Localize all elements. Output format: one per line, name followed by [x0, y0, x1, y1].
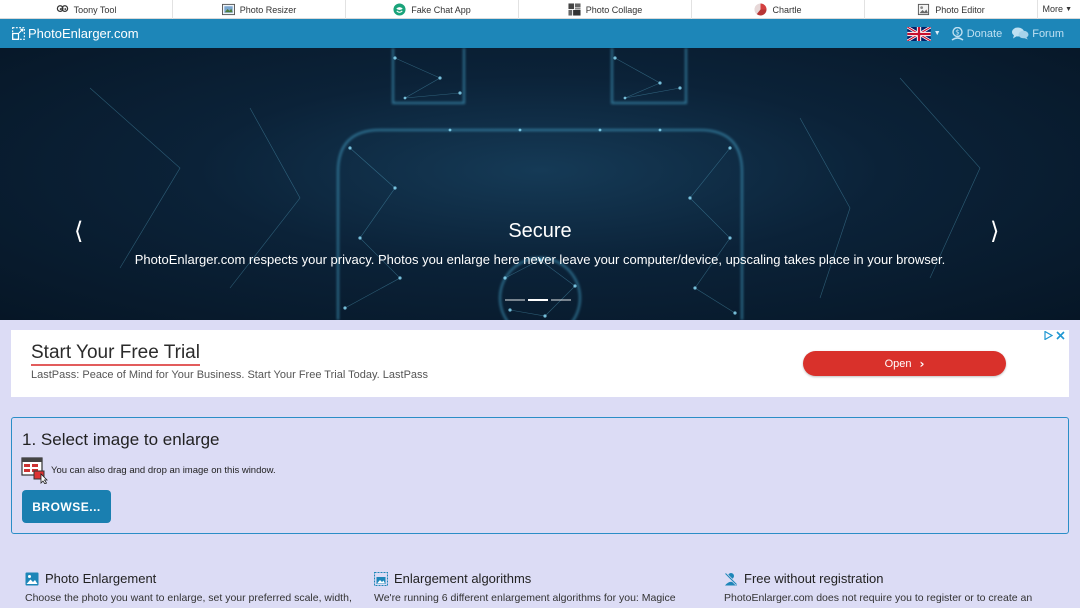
tool-label: Photo Editor	[935, 4, 985, 15]
tool-label: Toony Tool	[73, 4, 117, 15]
chat-bubbles-icon	[1012, 27, 1029, 40]
uk-flag-icon	[906, 26, 931, 41]
main-navbar: PhotoEnlarger.com ▼ $ Donate Forum	[0, 19, 1080, 48]
brand-name: PhotoEnlarger.com	[28, 26, 139, 41]
hero-carousel: ⟨ ⟩ Secure PhotoEnlarger.com respects yo…	[0, 48, 1080, 320]
ad-banner[interactable]: Start Your Free Trial LastPass: Peace of…	[11, 330, 1069, 397]
carousel-indicators	[505, 299, 571, 301]
collage-icon	[568, 3, 581, 16]
slide-caption: PhotoEnlarger.com respects your privacy.…	[134, 252, 946, 267]
feature-title: Enlargement algorithms	[394, 571, 532, 586]
ad-text: LastPass: Peace of Mind for Your Busines…	[31, 369, 429, 381]
feature-enlargement-algorithms: Enlargement algorithms We're running 6 d…	[374, 571, 714, 604]
more-menu[interactable]: More ▼	[1038, 0, 1080, 18]
user-slash-icon	[724, 572, 738, 585]
forum-link[interactable]: Forum	[1012, 27, 1064, 40]
tools-bar: Toony Tool Photo Resizer Fake Chat App P…	[0, 0, 1080, 19]
chevron-down-icon: ▼	[1065, 5, 1072, 13]
feature-title: Free without registration	[744, 571, 884, 586]
image-icon	[25, 572, 39, 585]
enlarge-logo-icon	[12, 27, 25, 40]
donate-icon: $	[951, 26, 964, 41]
section-heading: 1. Select image to enlarge	[22, 430, 220, 449]
carousel-indicator[interactable]	[551, 299, 571, 301]
tool-label: Photo Resizer	[239, 4, 297, 15]
donate-link[interactable]: $ Donate	[951, 26, 1003, 41]
select-image-panel: 1. Select image to enlarge You can also …	[11, 417, 1069, 534]
language-selector[interactable]: ▼	[906, 26, 941, 41]
tool-link-photo-collage[interactable]: Photo Collage	[519, 0, 692, 19]
algorithm-image-icon	[374, 571, 388, 586]
toony-icon	[56, 5, 68, 12]
drag-drop-hint: You can also drag and drop an image on t…	[21, 456, 276, 484]
brand-link[interactable]: PhotoEnlarger.com	[12, 26, 139, 41]
browse-button[interactable]: BROWSE...	[22, 490, 111, 523]
tool-link-photo-resizer[interactable]: Photo Resizer	[173, 0, 346, 19]
svg-text:$: $	[955, 28, 959, 36]
tool-link-toony[interactable]: Toony Tool	[0, 0, 173, 19]
ad-title[interactable]: Start Your Free Trial	[31, 342, 200, 366]
tool-label: Photo Collage	[585, 4, 643, 15]
feature-free-without-registration: Free without registration PhotoEnlarger.…	[724, 571, 1064, 604]
tool-link-fake-chat[interactable]: Fake Chat App	[346, 0, 519, 19]
ad-open-label: Open	[884, 357, 912, 370]
feature-photo-enlargement: Photo Enlargement Choose the photo you w…	[25, 571, 365, 604]
carousel-indicator[interactable]	[505, 299, 525, 301]
chartle-icon	[754, 3, 768, 16]
feature-text: Choose the photo you want to enlarge, se…	[25, 592, 352, 604]
feature-text: We're running 6 different enlargement al…	[374, 592, 676, 604]
tool-link-photo-editor[interactable]: Photo Editor	[865, 0, 1038, 19]
slide-title: Secure	[508, 220, 572, 242]
secure-lock-illustration	[89, 48, 981, 320]
chevron-down-icon: ▼	[933, 30, 941, 37]
ad-choices[interactable]	[1044, 331, 1065, 340]
drag-drop-icon	[21, 457, 48, 484]
forum-label: Forum	[1032, 27, 1064, 40]
photo-editor-icon	[918, 3, 930, 16]
photo-resizer-icon	[221, 3, 235, 16]
tool-link-chartle[interactable]: Chartle	[692, 0, 865, 19]
more-label: More	[1042, 4, 1064, 14]
chat-app-icon	[393, 3, 406, 16]
carousel-indicator-active[interactable]	[528, 299, 548, 301]
ad-open-button[interactable]: Open ›	[803, 351, 1006, 376]
tool-label: Fake Chat App	[411, 4, 471, 15]
tool-label: Chartle	[772, 4, 802, 15]
feature-title: Photo Enlargement	[45, 571, 157, 586]
ad-choices-icon	[1044, 331, 1053, 340]
close-icon	[1056, 331, 1065, 340]
chevron-right-icon: ›	[919, 356, 925, 371]
donate-label: Donate	[966, 27, 1003, 40]
drag-drop-text: You can also drag and drop an image on t…	[51, 464, 276, 476]
feature-text: PhotoEnlarger.com does not require you t…	[724, 592, 1033, 604]
